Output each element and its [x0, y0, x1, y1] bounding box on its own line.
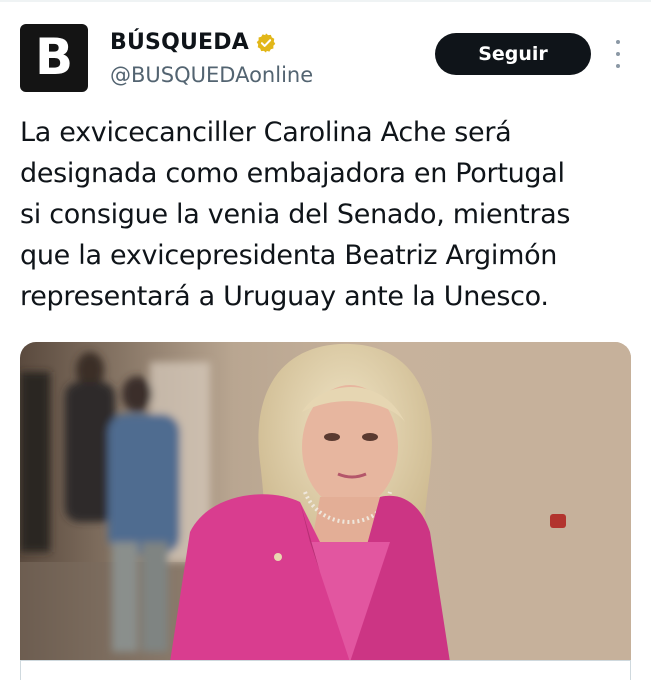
follow-button[interactable]: Seguir	[435, 33, 591, 75]
account-handle[interactable]: @BUSQUEDAonline	[110, 63, 313, 87]
tweet-text: La exvicecanciller Carolina Ache será de…	[20, 112, 635, 317]
photo-illustration	[20, 342, 631, 662]
avatar-letter: B	[34, 28, 74, 86]
name-row: BÚSQUEDA	[110, 30, 277, 55]
avatar[interactable]: B	[20, 24, 88, 92]
top-divider	[0, 0, 651, 2]
tweet-line: representará a Uruguay ante la Unesco.	[20, 281, 549, 312]
tweet-line: que la exvicepresidenta Beatriz Argimón	[20, 240, 558, 271]
tweet-photo[interactable]	[20, 342, 631, 662]
tweet-line: si consigue la venia del Senado, mientra…	[20, 199, 571, 230]
more-dot	[616, 40, 620, 44]
more-dot	[616, 52, 620, 56]
tweet-line: La exvicecanciller Carolina Ache será	[20, 117, 512, 148]
display-name[interactable]: BÚSQUEDA	[110, 30, 249, 55]
more-vertical-icon[interactable]	[610, 40, 626, 68]
tweet-line: designada como embajadora en Portugal	[20, 158, 565, 189]
gold-verified-icon[interactable]	[255, 32, 277, 54]
card-bottom-border	[20, 660, 631, 680]
more-dot	[616, 64, 620, 68]
